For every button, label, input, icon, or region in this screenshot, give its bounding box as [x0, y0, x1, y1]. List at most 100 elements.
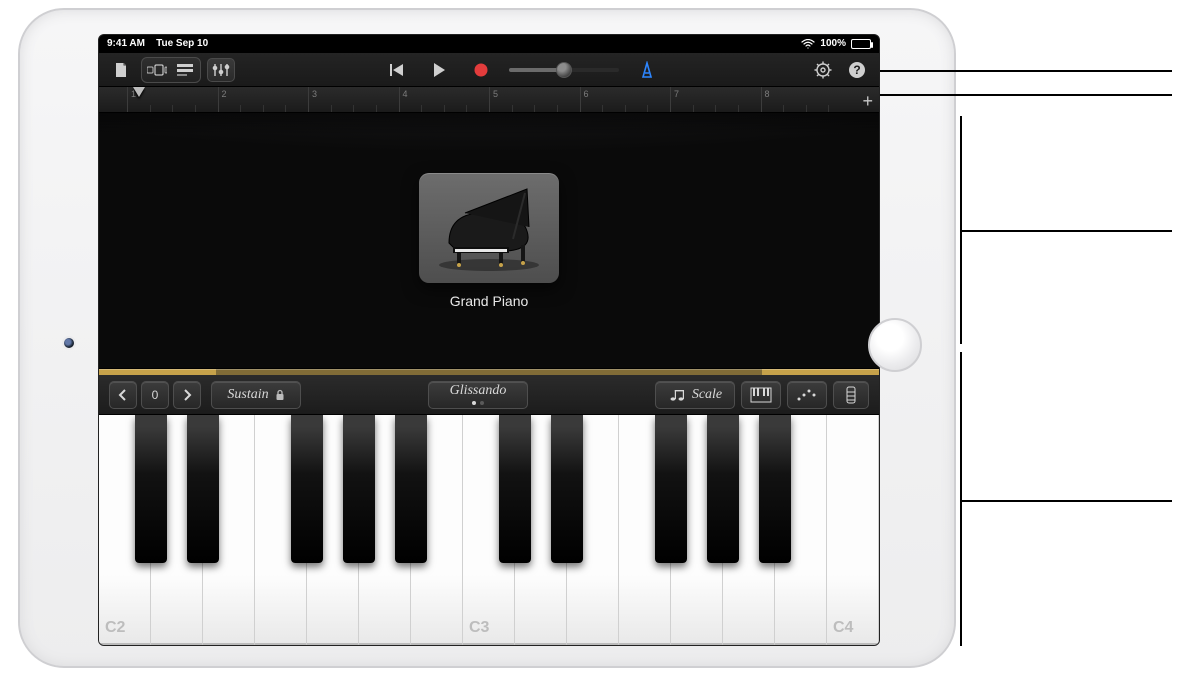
black-key[interactable] [707, 415, 739, 563]
ruler-beat-tick [512, 105, 513, 112]
view-switch [141, 57, 201, 83]
play-button[interactable] [425, 58, 453, 82]
black-key[interactable] [291, 415, 323, 563]
callout-bracket [960, 352, 962, 646]
ruler-beat-tick [557, 105, 558, 112]
tracks-view-button[interactable] [172, 60, 198, 80]
record-button[interactable] [467, 58, 495, 82]
ruler-bar-number: 7 [670, 90, 679, 99]
browser-button[interactable] [144, 60, 170, 80]
ruler-bar-number: 3 [308, 90, 317, 99]
ruler-beat-tick [466, 105, 467, 112]
track-controls-button[interactable] [207, 58, 235, 82]
battery-percent: 100% [820, 39, 846, 49]
keyboard-layout-button[interactable] [741, 381, 781, 409]
page-dots-icon [472, 401, 484, 405]
scale-label: Scale [692, 387, 722, 403]
ruler-beat-tick [715, 105, 716, 112]
help-button[interactable]: ? [843, 58, 871, 82]
ios-status-bar: 9:41 AM Tue Sep 10 100% [99, 35, 879, 53]
ruler-beat-tick [806, 105, 807, 112]
keyboard-range-button[interactable] [833, 381, 869, 409]
octave-down-button[interactable] [109, 381, 137, 409]
black-key[interactable] [499, 415, 531, 563]
ruler-beat-tick [331, 105, 332, 112]
key-label: C3 [469, 619, 489, 637]
ruler-beat-tick [625, 105, 626, 112]
lock-icon [275, 389, 285, 401]
ruler-bar-number: 4 [399, 90, 408, 99]
instrument-area: Grand Piano [99, 113, 879, 369]
add-section-button[interactable]: + [862, 92, 873, 110]
octave-value: 0 [141, 381, 169, 409]
sustain-label: Sustain [227, 387, 268, 403]
keyboard-controls: 0 Sustain Glissando [99, 375, 879, 415]
wifi-icon [801, 39, 815, 49]
ruler-beat-tick [444, 105, 445, 112]
transport [383, 58, 661, 82]
ruler-beat-tick [353, 105, 354, 112]
ruler-beat-tick [783, 105, 784, 112]
ruler-beat-tick [647, 105, 648, 112]
ruler-beat-tick [828, 105, 829, 112]
black-key[interactable] [187, 415, 219, 563]
ruler-bar-number: 1 [127, 90, 136, 99]
notes-icon [668, 388, 686, 402]
status-time: 9:41 AM [107, 38, 145, 49]
ruler-beat-tick [602, 105, 603, 112]
key-label: C2 [105, 619, 125, 637]
home-button[interactable] [868, 318, 922, 372]
sound-name-label: Grand Piano [450, 293, 529, 309]
black-key[interactable] [759, 415, 791, 563]
battery-icon [851, 39, 871, 49]
piano-keyboard[interactable]: C2 C3 C4 [99, 415, 879, 646]
white-key[interactable]: C4 [827, 415, 879, 646]
ruler-bar-number: 2 [218, 90, 227, 99]
callout-leader [880, 70, 1172, 72]
control-bar: ? [99, 53, 879, 87]
black-key[interactable] [551, 415, 583, 563]
status-date: Tue Sep 10 [156, 38, 208, 49]
ruler-bar-number: 5 [489, 90, 498, 99]
black-key[interactable] [343, 415, 375, 563]
callout-leader [880, 94, 1172, 96]
ruler-bar-number: 6 [580, 90, 589, 99]
master-volume-slider[interactable] [509, 68, 619, 72]
ruler-beat-tick [263, 105, 264, 112]
octave-up-button[interactable] [173, 381, 201, 409]
status-time-date: 9:41 AM Tue Sep 10 [107, 39, 208, 49]
black-key[interactable] [135, 415, 167, 563]
my-songs-button[interactable] [107, 58, 135, 82]
ruler-beat-tick [376, 105, 377, 112]
ruler-beat-tick [738, 105, 739, 112]
arpeggiator-button[interactable] [787, 381, 827, 409]
ipad-device: 9:41 AM Tue Sep 10 100% [18, 8, 956, 668]
key-label: C4 [833, 619, 853, 637]
glissando-button[interactable]: Glissando [428, 381, 528, 409]
callout-leader [960, 500, 1172, 502]
go-to-beginning-button[interactable] [383, 58, 411, 82]
octave-group: 0 [109, 381, 201, 409]
callout-leader [960, 230, 1172, 232]
ruler-beat-tick [195, 105, 196, 112]
ruler-beat-tick [285, 105, 286, 112]
ruler-beat-tick [421, 105, 422, 112]
instrument-thumbnail [419, 173, 559, 283]
metronome-button[interactable] [633, 58, 661, 82]
ruler-beat-tick [534, 105, 535, 112]
svg-text:?: ? [853, 63, 860, 77]
ruler-beat-tick [693, 105, 694, 112]
sustain-button[interactable]: Sustain [211, 381, 301, 409]
sound-card[interactable]: Grand Piano [419, 173, 559, 309]
app-screen: 9:41 AM Tue Sep 10 100% [98, 34, 880, 646]
scale-button[interactable]: Scale [655, 381, 735, 409]
black-key[interactable] [655, 415, 687, 563]
ruler-beat-tick [172, 105, 173, 112]
ruler-beat-tick [150, 105, 151, 112]
black-key[interactable] [395, 415, 427, 563]
ruler-beat-tick [240, 105, 241, 112]
settings-button[interactable] [809, 58, 837, 82]
ruler[interactable]: + 1 2 3 4 5 6 7 8 [99, 87, 879, 113]
glissando-label: Glissando [450, 383, 507, 399]
ruler-bar-number: 8 [761, 90, 770, 99]
